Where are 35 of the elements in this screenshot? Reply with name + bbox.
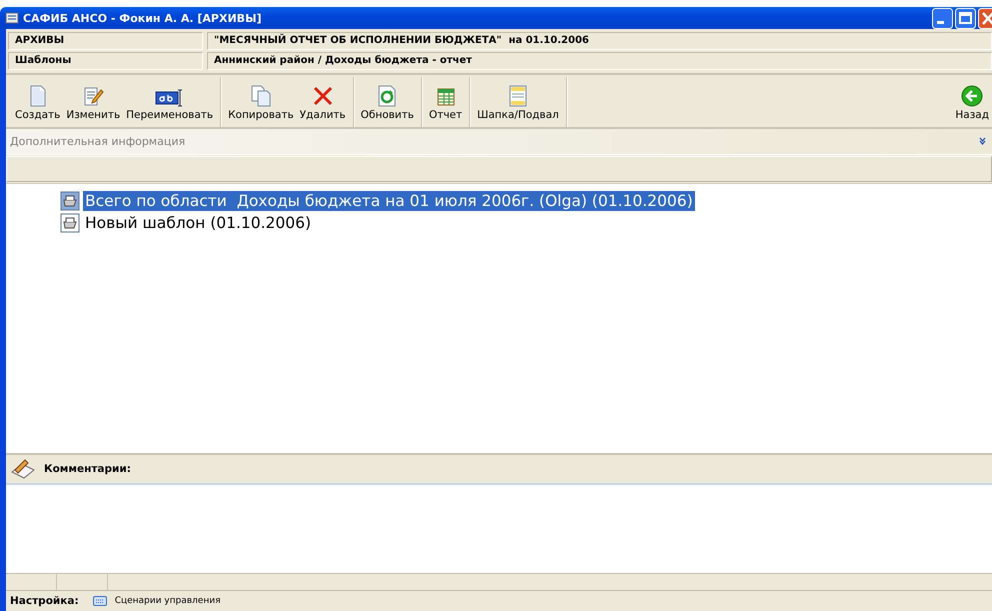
back-button[interactable]: Назад [952, 77, 992, 127]
header-icon [508, 85, 528, 107]
toolbar-button[interactable]: Копировать [225, 77, 297, 127]
toolbar-button[interactable]: Шапка/Подвал [474, 77, 562, 127]
delete-icon [312, 85, 334, 107]
header-value: "МЕСЯЧНЫЙ ОТЧЕТ ОБ ИСПОЛНЕНИИ БЮДЖЕТА" на 01.10.2006 [207, 32, 992, 50]
pencil-paper-icon [10, 458, 36, 480]
close-button[interactable] [978, 8, 992, 28]
status-item[interactable]: Сценарии управления [114, 596, 220, 606]
header-value: Аннинский район / Доходы бюджета - отчет [207, 52, 992, 70]
comments-title: Комментарии: [44, 463, 131, 475]
header-label: Шаблоны [8, 52, 203, 70]
toolbar-button[interactable]: Обновить [358, 77, 417, 127]
report-icon [436, 87, 456, 107]
toolbar-button[interactable]: Изменить [63, 77, 124, 127]
new-icon [28, 85, 48, 107]
panel-title: Дополнительная информация [10, 135, 186, 148]
tree-item[interactable]: Всего по области Доходы бюджета на 01 июля 2006г. (Olga) (01.10.2006) [83, 191, 695, 211]
expand-icon[interactable] [979, 137, 986, 145]
maximize-button[interactable] [955, 8, 976, 28]
header-label: АРХИВЫ [8, 32, 203, 50]
tree-item[interactable]: Новый шаблон (01.10.2006) [83, 213, 314, 233]
minimize-button[interactable] [932, 8, 953, 28]
toolbar-button[interactable]: Создать [12, 77, 64, 127]
app-icon [5, 12, 19, 24]
toolbar-button[interactable]: Отчет [426, 77, 466, 127]
toolbar-button[interactable]: Удалить [296, 77, 349, 127]
keyboard-icon [92, 596, 107, 606]
edit-icon [82, 85, 104, 107]
refresh-icon [377, 85, 398, 107]
toolbar-button[interactable]: Переименовать [123, 77, 216, 127]
rename-icon [154, 89, 185, 107]
status-label: Настройка: [10, 595, 79, 607]
window-title: САФИБ АНСО - Фокин А. А. [АРХИВЫ] [23, 12, 262, 24]
copy-icon [250, 85, 272, 107]
